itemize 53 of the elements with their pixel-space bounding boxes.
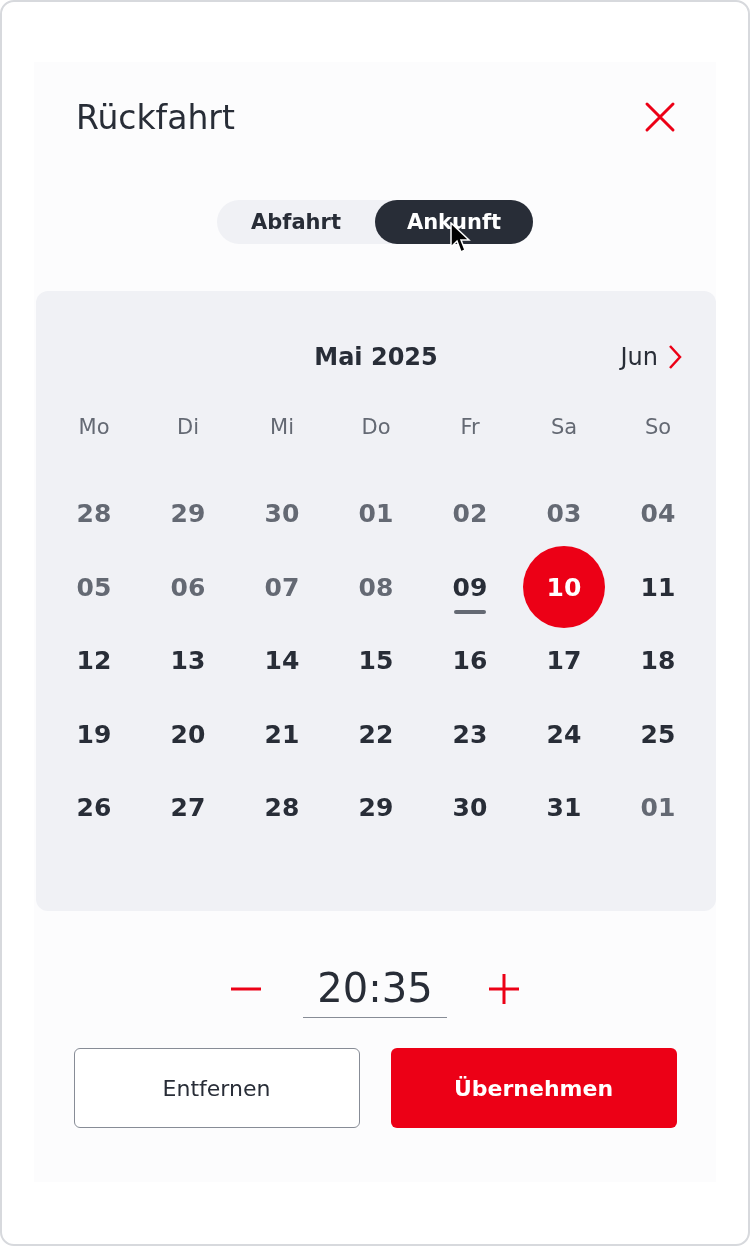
day-button[interactable]: 29 xyxy=(344,780,408,835)
day-button[interactable]: 18 xyxy=(626,633,690,688)
day-button[interactable]: 10 xyxy=(523,546,605,629)
day-button[interactable]: 26 xyxy=(62,780,126,835)
day-button[interactable]: 11 xyxy=(626,560,690,615)
weekday-label: So xyxy=(643,414,673,441)
day-button[interactable]: 06 xyxy=(156,560,220,615)
day-button[interactable]: 07 xyxy=(250,560,314,615)
day-button[interactable]: 02 xyxy=(438,486,502,541)
mode-tab[interactable]: Ankunft xyxy=(375,200,533,244)
close-icon[interactable] xyxy=(644,101,676,133)
day-button[interactable]: 13 xyxy=(156,633,220,688)
day-button[interactable]: 28 xyxy=(62,486,126,541)
day-button[interactable]: 08 xyxy=(344,560,408,615)
day-button[interactable]: 31 xyxy=(532,780,596,835)
day-button[interactable]: 30 xyxy=(438,780,502,835)
dialog-title: Rückfahrt xyxy=(76,97,235,137)
day-button[interactable]: 17 xyxy=(532,633,596,688)
day-button[interactable]: 15 xyxy=(344,633,408,688)
day-button[interactable]: 24 xyxy=(532,707,596,762)
day-button[interactable]: 12 xyxy=(62,633,126,688)
chevron-right-icon xyxy=(668,344,682,370)
weekday-label: Fr xyxy=(459,414,481,441)
remove-button[interactable]: Entfernen xyxy=(73,1048,360,1128)
time-field[interactable]: 20:35 xyxy=(303,959,447,1018)
weekday-label: Mo xyxy=(77,414,111,441)
day-button[interactable]: 14 xyxy=(250,633,314,688)
day-button[interactable]: 29 xyxy=(156,486,220,541)
day-button[interactable]: 04 xyxy=(626,486,690,541)
day-button[interactable]: 28 xyxy=(250,780,314,835)
mode-tab[interactable]: Abfahrt xyxy=(217,200,375,244)
day-button[interactable]: 20 xyxy=(156,707,220,762)
day-button[interactable]: 09 xyxy=(438,560,502,615)
day-button[interactable]: 16 xyxy=(438,633,502,688)
day-button[interactable]: 01 xyxy=(626,780,690,835)
day-button[interactable]: 27 xyxy=(156,780,220,835)
weekday-label: Mi xyxy=(269,414,295,441)
day-button[interactable]: 25 xyxy=(626,707,690,762)
day-button[interactable]: 22 xyxy=(344,707,408,762)
day-button[interactable]: 21 xyxy=(250,707,314,762)
weekday-label: Do xyxy=(360,414,392,441)
day-button[interactable]: 30 xyxy=(250,486,314,541)
day-button[interactable]: 03 xyxy=(532,486,596,541)
next-month-button[interactable]: Jun xyxy=(620,339,682,375)
weekday-label: Di xyxy=(176,414,200,441)
month-label: Mai 2025 xyxy=(314,342,438,373)
day-button[interactable]: 01 xyxy=(344,486,408,541)
plus-icon[interactable] xyxy=(487,971,521,1006)
day-button[interactable]: 05 xyxy=(62,560,126,615)
day-button[interactable]: 19 xyxy=(62,707,126,762)
apply-button[interactable]: Übernehmen xyxy=(390,1048,677,1128)
weekday-label: Sa xyxy=(549,414,579,441)
day-button[interactable]: 23 xyxy=(438,707,502,762)
